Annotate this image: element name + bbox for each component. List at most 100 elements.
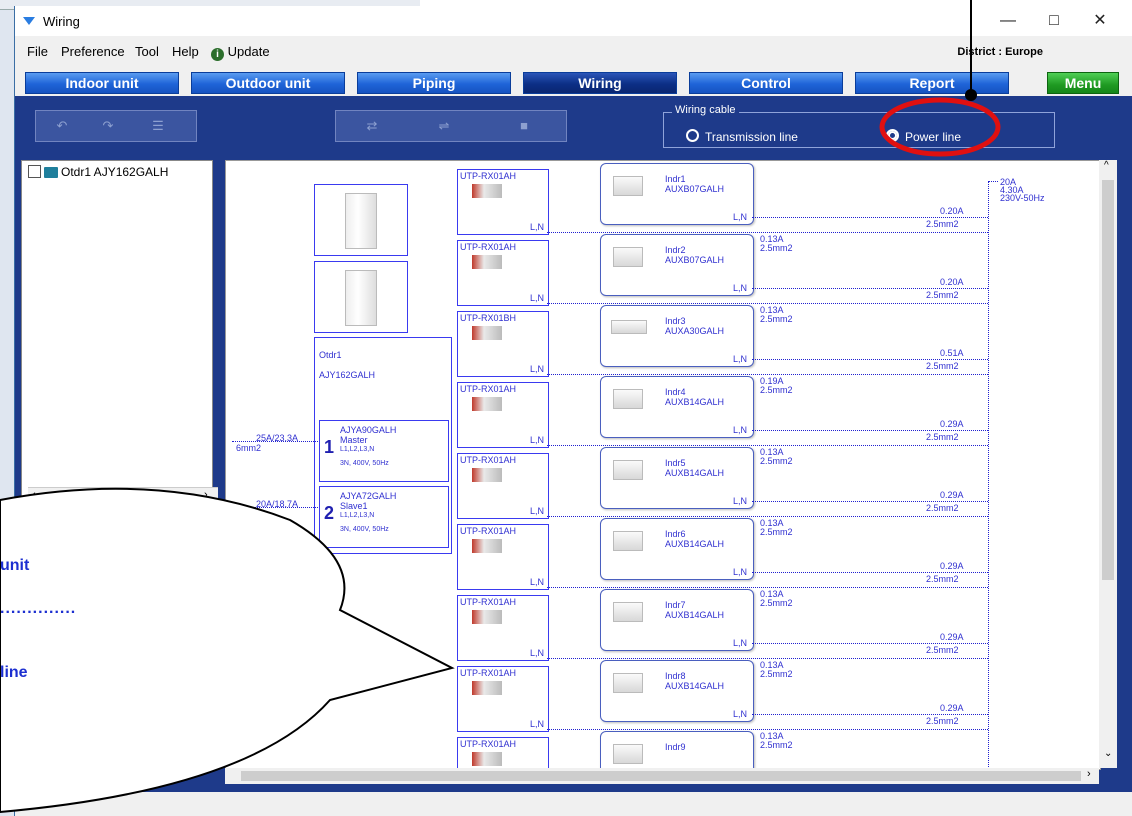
wiring-diagram-canvas[interactable]: Otdr1 AJY162GALH 1 AJYA90GALH Master L1,… [225, 160, 1101, 770]
menu-update[interactable]: i Update [211, 44, 270, 61]
controller-model: UTP-RX01AH [460, 242, 517, 252]
tab-outdoor-unit[interactable]: Outdoor unit [191, 72, 345, 94]
controller-box[interactable]: UTP-RX01AH L,N [457, 453, 549, 519]
tab-menu[interactable]: Menu [1047, 72, 1119, 94]
tab-indoor-unit[interactable]: Indoor unit [25, 72, 179, 94]
indoor-power-line [752, 288, 988, 289]
minimize-button[interactable]: — [985, 6, 1031, 36]
controller-terminal: L,N [530, 364, 545, 374]
toolbar-group-edit: ⇄ ⇌ ■ [335, 110, 567, 142]
tab-report[interactable]: Report [855, 72, 1009, 94]
callout-line-1: unit [0, 557, 30, 574]
controller-box[interactable]: UTP-RX01AH L,N [457, 524, 549, 590]
indoor-unit-picture [613, 247, 643, 267]
controller-box[interactable]: UTP-RX01BH L,N [457, 311, 549, 377]
controller-terminal: L,N [530, 293, 545, 303]
main-area: Otdr1 AJY162GALH ‹ › Address setting Otd… [15, 152, 1132, 792]
indoor-unit-picture [613, 531, 643, 551]
controller-box[interactable]: UTP-RX01AH L,N [457, 240, 549, 306]
undo-icon[interactable]: ↶ [50, 115, 74, 137]
indoor-unit-model: AUXB14GALH [665, 397, 725, 407]
scroll-right-icon[interactable]: › [204, 489, 208, 501]
indoor-unit-box[interactable]: Indr3 AUXA30GALH L,N [600, 305, 754, 367]
indoor-current: 0.51A [940, 348, 964, 358]
menu-tool[interactable]: Tool [135, 44, 159, 59]
controller-box[interactable]: UTP-RX01AH L,N [457, 382, 549, 448]
controller-box[interactable]: UTP-RX01AH L,N [457, 595, 549, 661]
indoor-unit-box[interactable]: Indr9 [600, 731, 754, 769]
outdoor-name: Otdr1 [319, 350, 342, 360]
maximize-button[interactable]: □ [1031, 6, 1077, 36]
indoor-unit-box[interactable]: Indr8 AUXB14GALH L,N [600, 660, 754, 722]
menu-help[interactable]: Help [172, 44, 199, 59]
indoor-unit-box[interactable]: Indr7 AUXB14GALH L,N [600, 589, 754, 651]
controller-box[interactable]: UTP-RX01AH L,N [457, 666, 549, 732]
indoor-unit-box[interactable]: Indr2 AUXB07GALH L,N [600, 234, 754, 296]
indoor-unit-picture [613, 602, 643, 622]
tab-wiring[interactable]: Wiring [523, 72, 677, 94]
remote-controller-icon [472, 610, 502, 624]
indoor-unit-box[interactable]: Indr1 AUXB07GALH L,N [600, 163, 754, 225]
menu-bar: File Preference Tool Help i Update Distr… [15, 44, 1132, 62]
swap-icon[interactable]: ⇄ [360, 115, 384, 137]
canvas-vertical-scrollbar[interactable]: ^ ⌄ [1099, 160, 1117, 768]
list-icon[interactable]: ☰ [146, 115, 170, 137]
tab-control[interactable]: Control [689, 72, 843, 94]
indoor-unit-box[interactable]: Indr5 AUXB14GALH L,N [600, 447, 754, 509]
scroll-right-icon[interactable]: › [1087, 768, 1091, 780]
horizontal-scroll-thumb[interactable] [241, 771, 1081, 781]
scroll-up-icon[interactable]: ^ [1104, 160, 1109, 171]
outdoor-unit-2-box[interactable]: 2 AJYA72GALH Slave1 L1,L2,L3,N 3N, 400V,… [319, 486, 449, 548]
remote-controller-icon [472, 752, 502, 766]
indoor-unit-model: AUXB07GALH [665, 255, 725, 265]
outdoor-unit-1-box[interactable]: 1 AJYA90GALH Master L1,L2,L3,N 3N, 400V,… [319, 420, 449, 482]
remote-controller-icon [472, 326, 502, 340]
tab-piping[interactable]: Piping [357, 72, 511, 94]
tree-item-label: Otdr1 AJY162GALH [61, 165, 169, 179]
vertical-scroll-thumb[interactable] [1102, 180, 1114, 580]
scroll-left-icon[interactable]: ‹ [32, 489, 36, 501]
delete-icon[interactable]: ■ [512, 115, 536, 137]
redo-icon[interactable]: ↷ [96, 115, 120, 137]
indoor-unit-model: AUXB14GALH [665, 539, 725, 549]
menu-preference[interactable]: Preference [61, 44, 125, 59]
outdoor-unit-image-2 [314, 261, 408, 333]
power-supply-stub [988, 181, 998, 182]
radio-dot-icon [686, 129, 699, 142]
outdoor-unit-1-model: AJYA90GALH [340, 425, 397, 435]
radio-transmission-line[interactable]: Transmission line [686, 129, 798, 144]
remote-controller-icon [472, 397, 502, 411]
controller-model: UTP-RX01AH [460, 739, 517, 749]
indoor-unit-model: AUXB14GALH [665, 681, 725, 691]
canvas-horizontal-scrollbar[interactable]: › [225, 768, 1099, 784]
outdoor-group-box[interactable]: Otdr1 AJY162GALH 1 AJYA90GALH Master L1,… [314, 337, 452, 554]
indoor-unit-name: Indr4 [665, 387, 686, 397]
radio-power-line[interactable]: Power line [886, 129, 961, 144]
controller-box[interactable]: UTP-RX01AH L,N [457, 169, 549, 235]
indoor-cable: 2.5mm2 [926, 645, 959, 655]
indoor-unit-terminal: L,N [733, 567, 748, 577]
tree-checkbox[interactable] [28, 165, 41, 178]
scroll-down-icon[interactable]: ⌄ [1104, 748, 1112, 759]
controller-model: UTP-RX01AH [460, 384, 517, 394]
indoor-current: 0.29A [940, 632, 964, 642]
remote-controller-icon [472, 539, 502, 553]
indoor-unit-box[interactable]: Indr4 AUXB14GALH L,N [600, 376, 754, 438]
controller-cable: 2.5mm2 [760, 314, 793, 324]
tree-item-outdoor[interactable]: Otdr1 AJY162GALH [28, 165, 168, 179]
menu-file[interactable]: File [27, 44, 48, 59]
title-bar: Wiring — □ ✕ [15, 6, 1132, 36]
outdoor-model: AJY162GALH [319, 370, 376, 380]
indoor-current: 0.29A [940, 703, 964, 713]
controller-power-line [547, 232, 988, 233]
tree-panel: Otdr1 AJY162GALH ‹ › [21, 160, 218, 504]
indoor-unit-name: Indr9 [665, 742, 686, 752]
connect-icon[interactable]: ⇌ [432, 115, 456, 137]
indoor-unit-box[interactable]: Indr6 AUXB14GALH L,N [600, 518, 754, 580]
controller-power-line [547, 516, 988, 517]
controller-model: UTP-RX01AH [460, 597, 517, 607]
controller-box[interactable]: UTP-RX01AH [457, 737, 549, 769]
indoor-current: 0.29A [940, 490, 964, 500]
close-button[interactable]: ✕ [1077, 6, 1123, 36]
outdoor-unit-2-supply: 3N, 400V, 50Hz [340, 526, 389, 533]
